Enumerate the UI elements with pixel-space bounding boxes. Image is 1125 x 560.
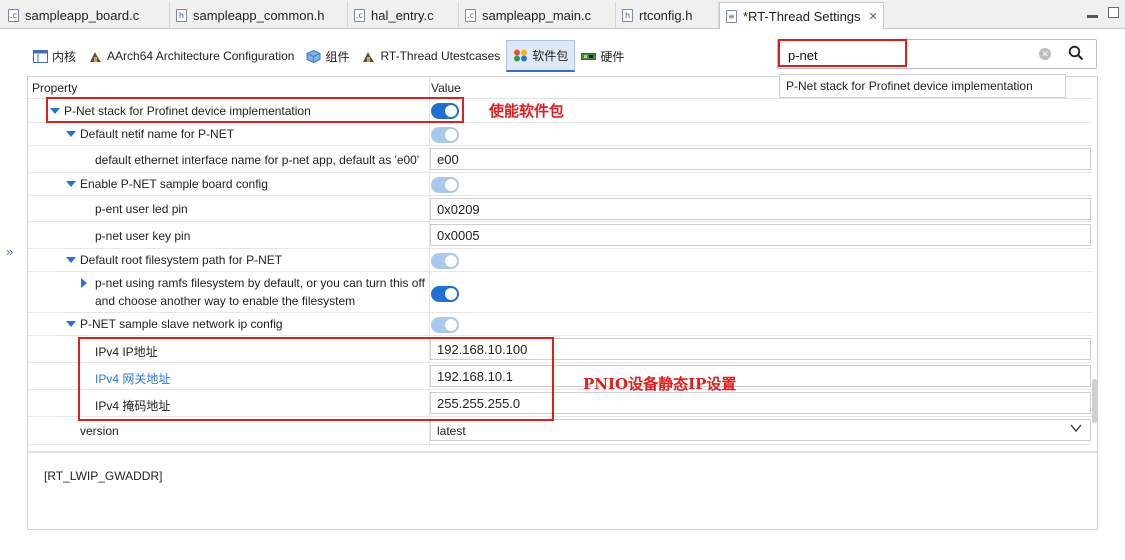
window-buttons	[1087, 7, 1119, 18]
tab-sampleapp-common[interactable]: h sampleapp_common.h	[170, 2, 348, 29]
property-label: default ethernet interface name for p-ne…	[95, 153, 420, 167]
settings-icon: ≡	[726, 9, 737, 23]
chevron-down-icon	[1070, 421, 1082, 438]
value-input[interactable]: e00	[430, 148, 1091, 170]
toggle-knob	[445, 319, 457, 331]
tab-label: sampleapp_common.h	[193, 8, 325, 23]
c-file-icon: .c	[8, 9, 19, 22]
package-icon	[514, 49, 528, 62]
annotation-box-search	[778, 39, 907, 67]
property-label: P-NET sample slave network ip config	[80, 317, 283, 331]
h-file-icon: h	[622, 9, 633, 22]
tab-utestcases[interactable]: RT-Thread Utestcases	[355, 40, 506, 72]
collapse-arrow-icon[interactable]	[66, 321, 76, 327]
tab-label: 内核	[52, 49, 77, 64]
version-select[interactable]: latest	[430, 419, 1091, 441]
toggle-switch[interactable]	[431, 286, 459, 302]
h-file-icon: h	[176, 9, 187, 22]
annotation-pnio-static-ip: PNIO设备静态IP设置	[583, 375, 737, 393]
tab-label: sampleapp_main.c	[482, 8, 592, 23]
tab-rtconfig[interactable]: h rtconfig.h	[616, 2, 719, 29]
close-icon[interactable]: ✕	[869, 10, 878, 23]
table-row[interactable]: Default netif name for P-NET	[28, 123, 1092, 146]
scrollbar-thumb[interactable]	[1092, 379, 1097, 423]
header-value: Value	[431, 81, 461, 95]
toggle-switch	[431, 253, 459, 269]
editor-tab-bar: .c sampleapp_board.c h sampleapp_common.…	[0, 0, 1125, 30]
property-label: p-net user key pin	[95, 229, 191, 243]
settings-tabs: 内核 AArch64 Architecture Configuration 组件…	[27, 40, 630, 72]
maximize-icon[interactable]	[1108, 7, 1119, 18]
tab-label: RT-Thread Utestcases	[380, 49, 501, 63]
toggle-knob	[445, 255, 457, 267]
tab-label: *RT-Thread Settings	[743, 8, 861, 24]
toggle-switch	[431, 177, 459, 193]
collapse-arrow-icon[interactable]	[66, 131, 76, 137]
tab-aarch64[interactable]: AArch64 Architecture Configuration	[82, 40, 300, 72]
tab-label: hal_entry.c	[371, 8, 434, 23]
search-suggestion[interactable]: P-Net stack for Profinet device implemen…	[779, 74, 1066, 98]
component-icon	[306, 49, 321, 63]
description-text: [RT_LWIP_GWADDR]	[44, 469, 163, 483]
kernel-icon	[33, 49, 48, 63]
tab-rt-thread-settings[interactable]: ≡ *RT-Thread Settings ✕	[719, 2, 884, 30]
tab-sampleapp-main[interactable]: .c sampleapp_main.c	[459, 2, 616, 29]
annotation-enable-package: 使能软件包	[489, 102, 565, 120]
property-label: Default root filesystem path for P-NET	[80, 253, 283, 267]
tab-hardware[interactable]: 硬件	[575, 40, 630, 72]
arch-icon	[90, 51, 102, 62]
testcase-icon	[363, 51, 375, 62]
c-file-icon: .c	[354, 9, 365, 22]
toggle-knob	[445, 179, 457, 191]
divider	[28, 451, 1097, 453]
tab-hal-entry[interactable]: .c hal_entry.c	[348, 2, 459, 29]
toggle-knob	[445, 129, 457, 141]
table-row[interactable]: p-net using ramfs filesystem by default,…	[28, 272, 1092, 313]
collapse-arrow-icon[interactable]	[66, 257, 76, 263]
property-label: Enable P-NET sample board config	[80, 177, 268, 191]
expand-arrow-icon[interactable]	[81, 278, 87, 288]
value-input[interactable]: 0x0005	[430, 224, 1091, 246]
toggle-switch	[431, 127, 459, 143]
clear-search-icon[interactable]: ✕	[1039, 48, 1051, 60]
annotation-box-enable	[46, 97, 464, 123]
property-label: version	[80, 424, 119, 438]
tab-label: sampleapp_board.c	[25, 8, 140, 23]
tab-components[interactable]: 组件	[300, 40, 355, 72]
table-row[interactable]: p-net user key pin 0x0005	[28, 222, 1092, 249]
property-label: p-ent user led pin	[95, 202, 188, 216]
table-row[interactable]: Enable P-NET sample board config	[28, 173, 1092, 196]
hardware-icon	[581, 52, 597, 60]
value-input[interactable]: 0x0209	[430, 198, 1091, 220]
tab-kernel[interactable]: 内核	[27, 40, 82, 72]
toggle-switch	[431, 317, 459, 333]
property-panel: Property Value P-Net stack for Profinet …	[27, 76, 1098, 530]
tab-label: 硬件	[600, 49, 625, 64]
collapse-arrow-icon[interactable]	[66, 181, 76, 187]
toggle-knob	[445, 288, 457, 300]
table-row[interactable]: P-NET sample slave network ip config	[28, 313, 1092, 336]
table-row[interactable]: version latest	[28, 417, 1092, 445]
minimize-icon[interactable]	[1087, 15, 1098, 18]
tab-label: 软件包	[532, 49, 569, 63]
property-label: Default netif name for P-NET	[80, 127, 235, 141]
c-file-icon: .c	[465, 9, 476, 22]
property-label: p-net using ramfs filesystem by default,…	[95, 276, 425, 308]
tab-sampleapp-board[interactable]: .c sampleapp_board.c	[2, 2, 170, 29]
table-row[interactable]: p-ent user led pin 0x0209	[28, 196, 1092, 222]
expand-sidebar-icon[interactable]: »	[6, 244, 13, 259]
annotation-box-ip	[78, 337, 554, 421]
tab-label: rtconfig.h	[639, 8, 693, 23]
table-row[interactable]: default ethernet interface name for p-ne…	[28, 146, 1092, 173]
header-property: Property	[32, 81, 78, 95]
tab-label: AArch64 Architecture Configuration	[107, 49, 295, 63]
search-icon[interactable]	[1068, 45, 1084, 66]
tab-label: 组件	[325, 49, 350, 64]
table-row[interactable]: Default root filesystem path for P-NET	[28, 249, 1092, 272]
select-value: latest	[437, 424, 466, 438]
tab-packages[interactable]: 软件包	[506, 40, 576, 72]
